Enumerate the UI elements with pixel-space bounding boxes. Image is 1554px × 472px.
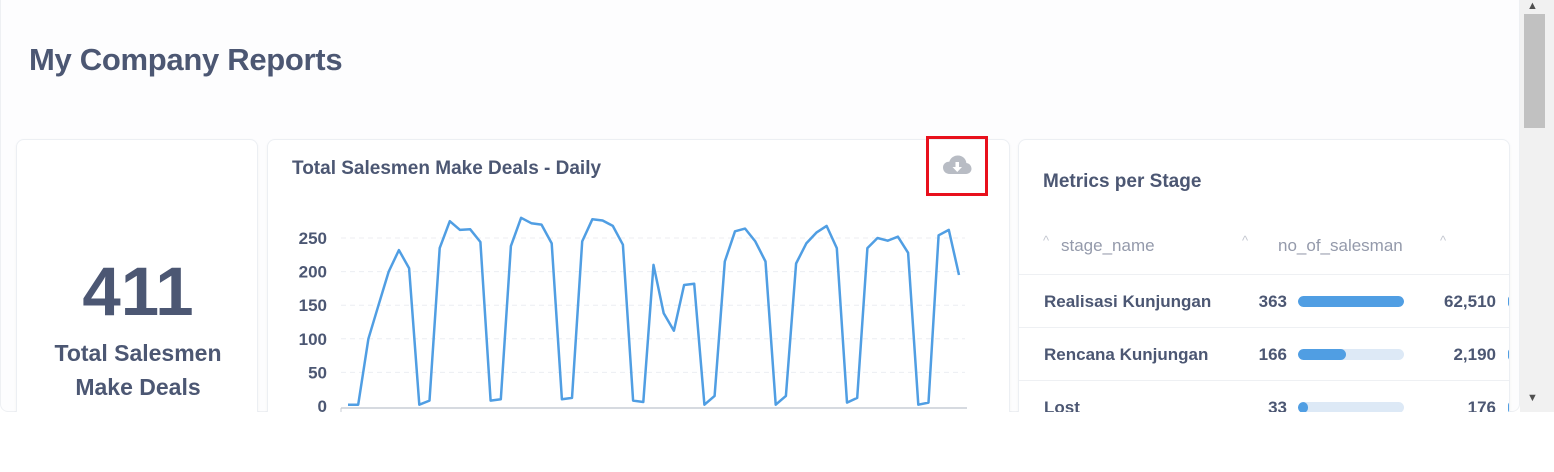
table-title[interactable]: Metrics per Stage: [1043, 171, 1201, 193]
table-row[interactable]: Rencana Kunjungan 166 2,190: [1019, 327, 1509, 381]
y-tick-label: 250: [299, 229, 327, 248]
sort-icon[interactable]: ^: [1043, 233, 1049, 248]
scroll-up-icon[interactable]: ▲: [1527, 0, 1538, 12]
y-tick-label: 100: [299, 330, 327, 349]
stage-name-cell: Rencana Kunjungan: [1044, 345, 1209, 364]
salesman-count-cell: 363: [1258, 292, 1287, 311]
extra-bar: [1508, 349, 1509, 360]
line-chart-card[interactable]: Total Salesmen Make Deals - Daily 0 50 100…: [267, 136, 1011, 440]
page-title: My Company Reports: [29, 42, 343, 77]
sort-icon[interactable]: ^: [1440, 233, 1446, 248]
column-header-no-of-salesman[interactable]: no_of_salesman: [1278, 236, 1403, 256]
salesman-bar: [1298, 349, 1404, 360]
salesman-bar: [1298, 296, 1404, 307]
y-tick-label: 200: [299, 263, 327, 282]
page-background: [0, 412, 1520, 472]
vertical-scrollbar[interactable]: ▲ ▼: [1520, 0, 1554, 412]
y-tick-label: 150: [299, 296, 327, 315]
sort-icon[interactable]: ^: [1242, 233, 1248, 248]
table-row[interactable]: Realisasi Kunjungan 363 62,510: [1019, 274, 1509, 328]
line-chart[interactable]: 050100150200250: [268, 140, 1011, 440]
column-header-stage-name[interactable]: stage_name: [1061, 236, 1155, 256]
scroll-down-icon[interactable]: ▼: [1527, 392, 1538, 404]
extra-bar: [1508, 296, 1509, 307]
dashboard-panel: My Company Reports 411 Total Salesmen Ma…: [0, 0, 1520, 439]
series-line[interactable]: [348, 216, 961, 406]
scrollbar-thumb[interactable]: [1524, 14, 1545, 128]
extra-value-cell: 2,190: [1453, 345, 1496, 364]
y-tick-label: 50: [308, 363, 327, 382]
kpi-value: 411: [82, 253, 194, 330]
extra-value-cell: 62,510: [1444, 292, 1496, 311]
table-card[interactable]: Metrics per Stage ^ stage_name ^ no_of_s…: [1018, 139, 1510, 439]
kpi-label: Total Salesmen Make Deals: [54, 340, 222, 400]
stage-name-cell: Realisasi Kunjungan: [1044, 292, 1212, 311]
salesman-count-cell: 166: [1258, 345, 1287, 364]
kpi-card[interactable]: 411 Total Salesmen Make Deals: [16, 139, 258, 439]
